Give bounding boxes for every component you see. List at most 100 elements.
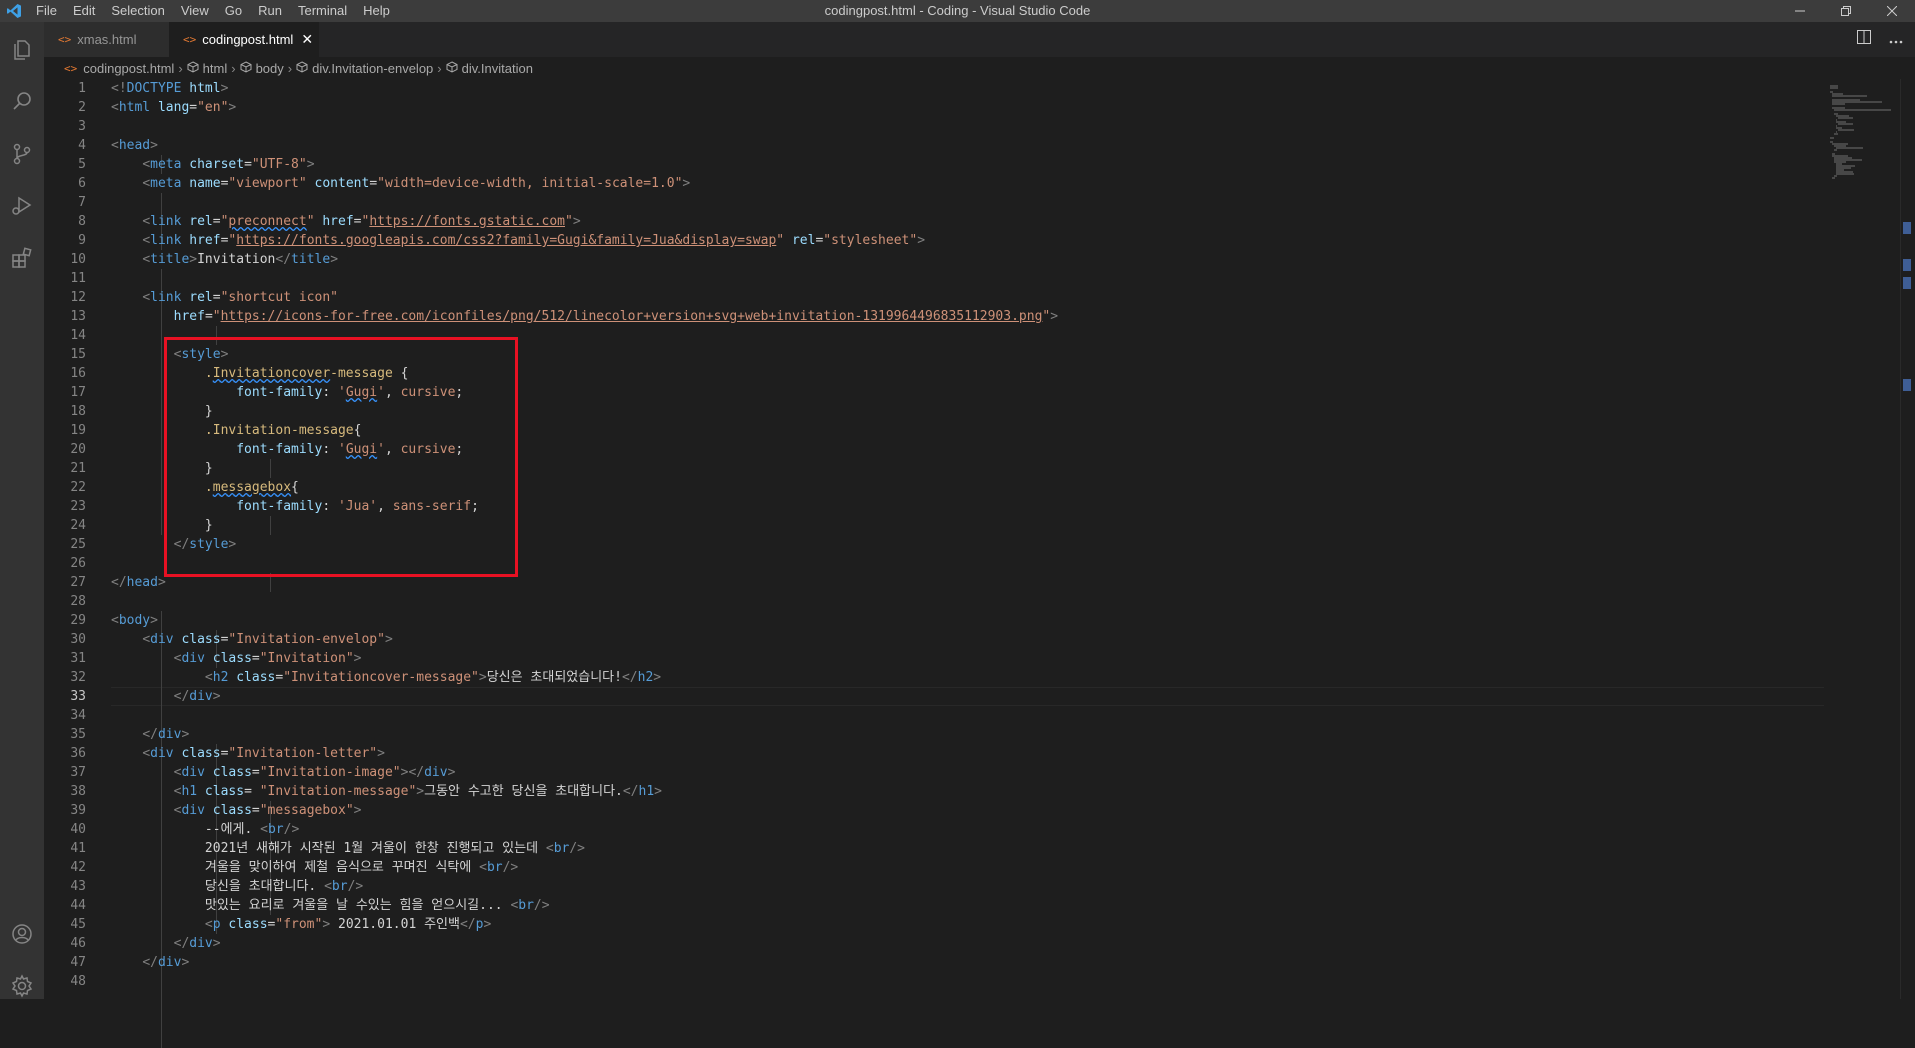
search-icon[interactable] [8,88,36,116]
code-token: br [267,822,284,837]
code-token: ></ [400,765,425,780]
line-number: 46 [70,936,86,951]
breadcrumb-file[interactable]: codingpost.html [83,61,174,76]
code-token: title [291,252,331,267]
code-token: < [142,746,151,761]
explorer-icon[interactable] [8,36,36,64]
code-text: 2021년 새해가 시작된 1월 겨울이 한창 진행되고 있는데 <br/> [111,839,585,858]
breadcrumb-div-envelop[interactable]: div.Invitation-envelop [312,61,433,76]
extensions-icon[interactable] [8,244,36,272]
code-text: <html lang="en"> [111,98,236,117]
tab-codingpost-html[interactable]: <> codingpost.html ✕ [169,22,319,57]
run-debug-icon[interactable] [8,192,36,220]
restore-button[interactable] [1823,0,1869,22]
code-token: div [157,727,182,742]
code-token: "width=device-width, initial-scale=1.0" [377,176,683,191]
code-token: = [251,765,260,780]
more-actions-icon[interactable] [1889,31,1903,49]
code-token: content [306,176,370,191]
menu-item-selection[interactable]: Selection [103,0,172,22]
code-token: = [251,803,260,818]
code-line: 38 <h1 class= "Invitation-message">그동안 수… [44,782,1824,801]
code-text: </head> [111,573,166,592]
minimap-line [1830,137,1834,139]
chevron-right-icon: › [178,60,183,76]
code-line: 43 당신을 초대합니다. <br/> [44,877,1824,896]
code-token: < [204,917,213,932]
minimap[interactable] [1824,79,1904,999]
settings-gear-icon[interactable] [8,972,36,1000]
code-line: 29 <body> [44,611,1824,630]
minimize-button[interactable] [1777,0,1823,22]
code-token: > [181,955,190,970]
code-token: < [142,252,151,267]
close-tab-icon[interactable]: ✕ [301,31,313,48]
code-token: " [306,214,315,229]
code-token: href [314,214,354,229]
code-token: = [353,214,362,229]
menu-item-edit[interactable]: Edit [65,0,103,22]
menu-item-run[interactable]: Run [250,0,290,22]
code-token: < [142,176,151,191]
code-line: 37 <div class="Invitation-image"></div> [44,763,1824,782]
code-text: href="https://icons-for-free.com/iconfil… [111,307,1058,326]
code-token: div [424,765,448,780]
line-number: 40 [70,822,86,837]
code-token: = [204,309,213,324]
html-file-icon: <> [183,33,197,46]
code-token: > [353,651,362,666]
breadcrumb-div-invitation[interactable]: div.Invitation [462,61,533,76]
code-token: br [486,860,503,875]
code-text: 당신을 초대합니다. <br/> [111,877,363,896]
code-token: /> [569,841,586,856]
minimap-line [1838,129,1854,131]
code-token: "shortcut icon" [220,290,338,305]
activity-bar [0,22,44,999]
code-token: Invitation [197,252,276,267]
code-line: 34 [44,706,1824,725]
menu-item-go[interactable]: Go [217,0,250,22]
code-token: "Invitation-letter" [228,746,378,761]
split-editor-icon[interactable] [1857,30,1871,49]
code-token: div [181,803,205,818]
code-token: /> [347,879,364,894]
code-token: class [173,746,221,761]
code-text: <head> [111,136,158,155]
code-text: <div class="Invitation-envelop"> [111,630,393,649]
code-line: 44 맛있는 요리로 겨울을 날 수있는 힘을 얻으시길... <br/> [44,896,1824,915]
code-token: </ [111,575,127,590]
vertical-scrollbar[interactable] [1900,79,1915,999]
tab-xmas-html[interactable]: <> xmas.html [44,22,169,57]
menu-item-terminal[interactable]: Terminal [290,0,355,22]
code-token: " [212,309,221,324]
breadcrumb-body[interactable]: body [256,61,284,76]
code-text: 맛있는 요리로 겨울을 날 수있는 힘을 얻으시길... <br/> [111,896,550,915]
menu-item-help[interactable]: Help [355,0,398,22]
chevron-right-icon: › [437,60,442,76]
code-line: 6 <meta name="viewport" content="width=d… [44,174,1824,193]
minimap-line [1834,109,1891,111]
code-token: > [384,632,393,647]
code-line: 39 <div class="messagebox"> [44,801,1824,820]
code-token: body [118,613,151,628]
menu-item-view[interactable]: View [173,0,217,22]
close-window-button[interactable] [1869,0,1915,22]
menu-item-file[interactable]: File [28,0,65,22]
breadcrumb-html[interactable]: html [203,61,228,76]
account-icon[interactable] [8,920,36,948]
code-token: </ [142,727,158,742]
code-line: 45 <p class="from"> 2021.01.01 주인백</p> [44,915,1824,934]
code-token: > [212,689,221,704]
source-control-icon[interactable] [8,140,36,168]
code-token: rel [181,214,213,229]
html-file-icon: <> [58,33,72,46]
code-text: <div class="Invitation"> [111,649,362,668]
minimap-line [1838,117,1853,119]
code-token: https://icons-for-free.com/iconfiles/png… [220,309,1043,324]
code-token: > [220,81,229,96]
minimap-line [1836,173,1854,175]
